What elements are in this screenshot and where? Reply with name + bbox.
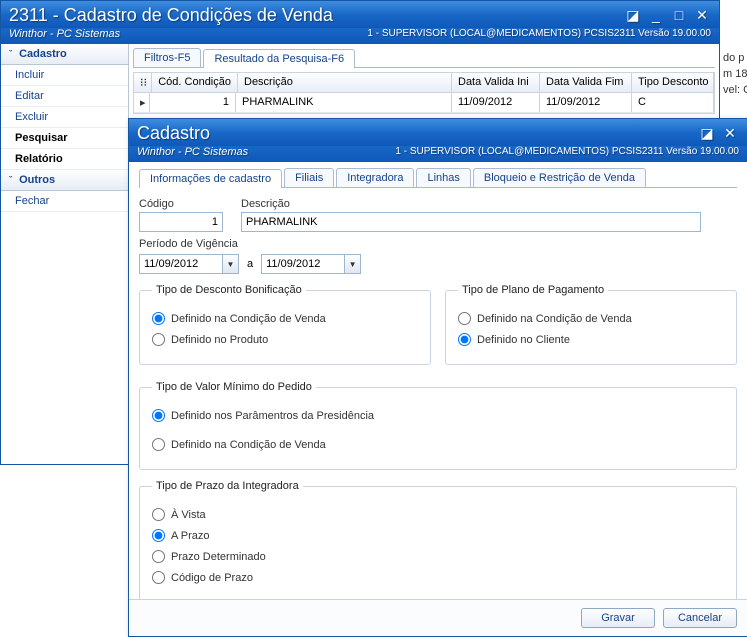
- main-tabs: Filtros-F5 Resultado da Pesquisa-F6: [133, 48, 715, 68]
- radio-input[interactable]: [152, 312, 165, 325]
- restore-icon[interactable]: ◪: [698, 125, 716, 142]
- tab-info-cadastro[interactable]: Informações de cadastro: [139, 169, 282, 188]
- radio-prazo-avista[interactable]: À Vista: [152, 508, 724, 521]
- col-data-ini[interactable]: Data Valida Ini: [452, 73, 540, 92]
- legend-tipo-valor-min: Tipo de Valor Mínimo do Pedido: [152, 381, 316, 393]
- close-icon[interactable]: ✕: [693, 7, 711, 24]
- tab-linhas[interactable]: Linhas: [416, 168, 470, 187]
- cadastro-window: Cadastro ◪ ✕ Winthor - PC Sistemas 1 - S…: [128, 118, 747, 637]
- cadastro-subtitle-left: Winthor - PC Sistemas: [137, 146, 248, 158]
- chevron-down-icon[interactable]: ▼: [344, 255, 360, 273]
- radio-input[interactable]: [152, 529, 165, 542]
- radio-input[interactable]: [152, 333, 165, 346]
- cadastro-subtitlebar: Winthor - PC Sistemas 1 - SUPERVISOR (LO…: [129, 146, 747, 162]
- radio-valormin-condicao[interactable]: Definido na Condição de Venda: [152, 438, 724, 451]
- sidebar-item-editar[interactable]: Editar: [1, 86, 128, 107]
- cadastro-tabs: Informações de cadastro Filiais Integrad…: [139, 168, 737, 188]
- row-indicator-icon: ▸: [134, 93, 150, 112]
- codigo-field[interactable]: [139, 212, 223, 232]
- cadastro-title: Cadastro: [137, 123, 210, 144]
- main-subtitle-right: 1 - SUPERVISOR (LOCAL@MEDICAMENTOS) PCSI…: [367, 28, 711, 40]
- radio-input[interactable]: [152, 508, 165, 521]
- radio-input[interactable]: [458, 312, 471, 325]
- chevron-down-icon: ˇ: [9, 175, 12, 185]
- sidebar-header-outros[interactable]: ˇ Outros: [1, 170, 128, 191]
- restore-icon[interactable]: ◪: [624, 7, 642, 24]
- tab-filiais[interactable]: Filiais: [284, 168, 334, 187]
- radio-plano-condicao[interactable]: Definido na Condição de Venda: [458, 312, 724, 325]
- radio-desconto-condicao[interactable]: Definido na Condição de Venda: [152, 312, 418, 325]
- table-row[interactable]: ▸ 1 PHARMALINK 11/09/2012 11/09/2012 C: [134, 93, 714, 113]
- gravar-button[interactable]: Gravar: [581, 608, 655, 628]
- col-descricao[interactable]: Descrição: [238, 73, 452, 92]
- radio-valormin-presidencia[interactable]: Definido nos Parâmentros da Presidência: [152, 409, 724, 422]
- result-grid: ⁝⁝ Cód. Condição Descrição Data Valida I…: [133, 72, 715, 114]
- grid-header-indicator: ⁝⁝: [134, 73, 152, 92]
- radio-input[interactable]: [152, 438, 165, 451]
- tab-resultado[interactable]: Resultado da Pesquisa-F6: [203, 49, 355, 68]
- tab-bloqueio[interactable]: Bloqueio e Restrição de Venda: [473, 168, 646, 187]
- grid-header: ⁝⁝ Cód. Condição Descrição Data Valida I…: [134, 73, 714, 93]
- radio-input[interactable]: [152, 409, 165, 422]
- sidebar-header-cadastro[interactable]: ˇ Cadastro: [1, 44, 128, 65]
- cadastro-subtitle-right: 1 - SUPERVISOR (LOCAL@MEDICAMENTOS) PCSI…: [395, 146, 739, 158]
- cancelar-button[interactable]: Cancelar: [663, 608, 737, 628]
- label-a: a: [247, 258, 253, 270]
- group-tipo-desconto: Tipo de Desconto Bonificação Definido na…: [139, 284, 431, 365]
- sidebar-item-incluir[interactable]: Incluir: [1, 65, 128, 86]
- sidebar-item-fechar[interactable]: Fechar: [1, 191, 128, 212]
- tab-filtros[interactable]: Filtros-F5: [133, 48, 201, 67]
- group-tipo-plano: Tipo de Plano de Pagamento Definido na C…: [445, 284, 737, 365]
- cadastro-titlebar: Cadastro ◪ ✕: [129, 119, 747, 146]
- radio-input[interactable]: [152, 571, 165, 584]
- close-icon[interactable]: ✕: [721, 125, 739, 142]
- legend-tipo-prazo: Tipo de Prazo da Integradora: [152, 480, 303, 492]
- maximize-icon[interactable]: □: [670, 7, 688, 23]
- label-descricao: Descrição: [241, 198, 701, 210]
- col-data-fim[interactable]: Data Valida Fim: [540, 73, 632, 92]
- group-tipo-valor-min: Tipo de Valor Mínimo do Pedido Definido …: [139, 381, 737, 470]
- tab-integradora[interactable]: Integradora: [336, 168, 414, 187]
- radio-desconto-produto[interactable]: Definido no Produto: [152, 333, 418, 346]
- legend-tipo-plano: Tipo de Plano de Pagamento: [458, 284, 608, 296]
- radio-prazo-codigo[interactable]: Código de Prazo: [152, 571, 724, 584]
- minimize-icon[interactable]: _: [647, 7, 665, 23]
- cell-dvi: 11/09/2012: [452, 93, 540, 112]
- radio-input[interactable]: [152, 550, 165, 563]
- label-codigo: Código: [139, 198, 223, 210]
- bottom-bar: Gravar Cancelar: [129, 599, 747, 636]
- radio-prazo-aprazo[interactable]: A Prazo: [152, 529, 724, 542]
- cell-cod: 1: [150, 93, 236, 112]
- col-tipo-desconto[interactable]: Tipo Desconto: [632, 73, 714, 92]
- main-subtitlebar: Winthor - PC Sistemas 1 - SUPERVISOR (LO…: [1, 28, 719, 44]
- label-periodo: Período de Vigência: [139, 238, 737, 250]
- col-cod-condicao[interactable]: Cód. Condição: [152, 73, 238, 92]
- main-title: 2311 - Cadastro de Condições de Venda: [9, 5, 333, 26]
- legend-tipo-desconto: Tipo de Desconto Bonificação: [152, 284, 306, 296]
- main-subtitle-left: Winthor - PC Sistemas: [9, 28, 120, 40]
- chevron-down-icon: ˇ: [9, 49, 12, 59]
- group-tipo-prazo: Tipo de Prazo da Integradora À Vista A P…: [139, 480, 737, 599]
- radio-input[interactable]: [458, 333, 471, 346]
- cell-td: C: [632, 93, 714, 112]
- main-titlebar: 2311 - Cadastro de Condições de Venda ◪ …: [1, 1, 719, 28]
- descricao-field[interactable]: [241, 212, 701, 232]
- radio-plano-cliente[interactable]: Definido no Cliente: [458, 333, 724, 346]
- radio-prazo-determinado[interactable]: Prazo Determinado: [152, 550, 724, 563]
- sidebar: ˇ Cadastro Incluir Editar Excluir Pesqui…: [1, 44, 129, 464]
- chevron-down-icon[interactable]: ▼: [222, 255, 238, 273]
- sidebar-item-relatorio[interactable]: Relatório: [1, 149, 128, 170]
- sidebar-item-pesquisar[interactable]: Pesquisar: [1, 128, 128, 149]
- cell-desc: PHARMALINK: [236, 93, 452, 112]
- sidebar-item-excluir[interactable]: Excluir: [1, 107, 128, 128]
- cell-dvf: 11/09/2012: [540, 93, 632, 112]
